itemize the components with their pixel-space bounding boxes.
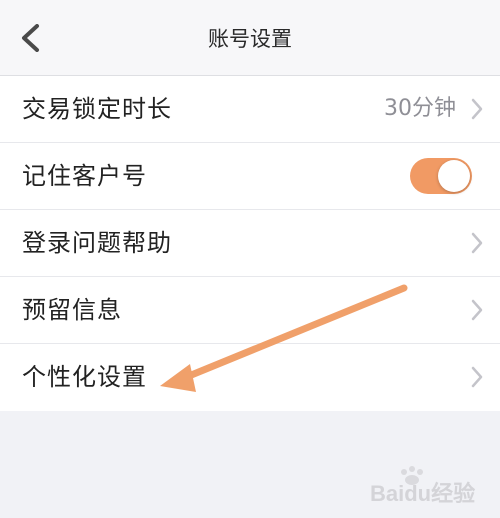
row-reserved-info[interactable]: 预留信息 <box>0 277 500 344</box>
row-label: 交易锁定时长 <box>22 95 172 123</box>
chevron-right-icon <box>471 366 483 388</box>
toggle-knob <box>438 160 470 192</box>
row-login-help[interactable]: 登录问题帮助 <box>0 210 500 277</box>
row-label: 预留信息 <box>22 296 122 324</box>
watermark-text: Baidu经验 <box>370 481 476 506</box>
settings-list: 交易锁定时长 30分钟 记住客户号 登录问题帮助 预留信息 个性化设置 <box>0 76 500 411</box>
row-value: 30分钟 <box>384 96 456 121</box>
remember-toggle[interactable] <box>410 158 472 194</box>
nav-bar: 账号设置 <box>0 0 500 76</box>
row-label: 登录问题帮助 <box>22 229 172 257</box>
chevron-right-icon <box>471 232 483 254</box>
chevron-right-icon <box>471 299 483 321</box>
watermark: Baidu经验 <box>368 462 478 506</box>
paw-icon <box>401 466 423 485</box>
page-title: 账号设置 <box>208 27 292 51</box>
row-label: 个性化设置 <box>22 363 147 391</box>
row-personalization[interactable]: 个性化设置 <box>0 344 500 411</box>
row-remember-customer-id: 记住客户号 <box>0 143 500 210</box>
row-label: 记住客户号 <box>22 162 147 190</box>
chevron-right-icon <box>471 98 483 120</box>
row-trade-lock-duration[interactable]: 交易锁定时长 30分钟 <box>0 76 500 143</box>
